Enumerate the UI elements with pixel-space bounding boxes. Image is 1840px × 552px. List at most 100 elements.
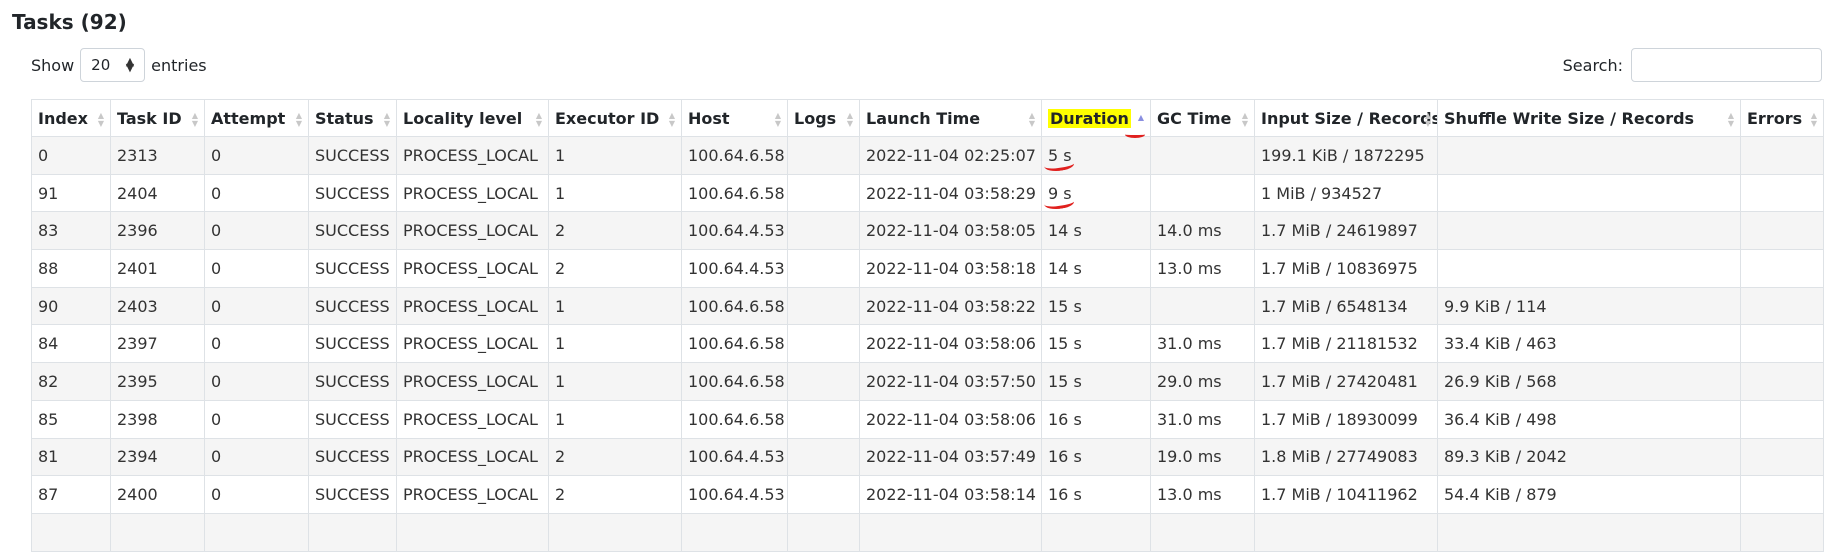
table-header-row: Index ▲ ▼ Task ID ▲ ▼ Attempt ▲ ▼ Status ▲ ▼ Localit…	[31, 99, 1824, 137]
cell-value: 1.7 MiB / 27420481	[1261, 371, 1418, 391]
cell-value: PROCESS_LOCAL	[403, 221, 538, 241]
column-header-gc-time[interactable]: GC Time ▲ ▼	[1150, 99, 1255, 137]
cell-task-id: 2313	[110, 136, 205, 175]
column-header-task-id[interactable]: Task ID ▲ ▼	[110, 99, 205, 137]
cell-value: 2022-11-04 03:58:06	[866, 334, 1036, 354]
cell-locality-level	[396, 512, 549, 552]
column-header-label: Launch Time	[866, 108, 981, 128]
table-row: 90 2403 0 SUCCESS PROCESS_LOCAL 1 100.64.6.58 2…	[31, 286, 1824, 326]
cell-value: 14 s	[1048, 258, 1082, 278]
cell-gc-time: 14.0 ms	[1150, 211, 1255, 251]
cell-value: 1.7 MiB / 10836975	[1261, 258, 1418, 278]
cell-launch-time: 2022-11-04 03:58:06	[859, 324, 1042, 364]
cell-input-size-records: 1.7 MiB / 10411962	[1254, 475, 1438, 514]
cell-value: SUCCESS	[315, 447, 390, 467]
column-header-locality-level[interactable]: Locality level ▲ ▼	[396, 99, 549, 137]
cell-value: 36.4 KiB / 498	[1444, 409, 1557, 429]
sort-both-icon: ▲ ▼	[535, 111, 542, 128]
cell-value: SUCCESS	[315, 183, 390, 203]
cell-value: 2022-11-04 03:58:29	[866, 183, 1036, 203]
column-header-index[interactable]: Index ▲ ▼	[31, 99, 111, 137]
cell-index: 81	[31, 437, 111, 477]
cell-index: 83	[31, 211, 111, 251]
cell-attempt: 0	[204, 286, 309, 326]
cell-duration	[1041, 512, 1151, 552]
cell-host: 100.64.4.53	[681, 211, 788, 251]
cell-value: 2022-11-04 03:58:06	[866, 409, 1036, 429]
cell-value: 0	[211, 296, 222, 316]
cell-errors	[1740, 399, 1824, 439]
cell-duration: 15 s	[1041, 362, 1151, 401]
cell-duration: 16 s	[1041, 475, 1151, 514]
cell-duration: 5 s	[1041, 136, 1151, 175]
cell-host: 100.64.4.53	[681, 249, 788, 288]
entries-label: entries	[151, 55, 207, 75]
cell-executor-id: 1	[548, 362, 682, 401]
cell-value: 100.64.6.58	[688, 183, 785, 203]
column-header-status[interactable]: Status ▲ ▼	[308, 99, 397, 137]
cell-value: 1 MiB / 934527	[1261, 183, 1383, 203]
cell-shuffle-write-size-records: 26.9 KiB / 568	[1437, 362, 1741, 401]
cell-value: 100.64.6.58	[688, 334, 785, 354]
cell-value: 0	[211, 334, 222, 354]
cell-errors	[1740, 136, 1824, 175]
cell-value: 0	[211, 371, 222, 391]
column-header-logs[interactable]: Logs ▲ ▼	[787, 99, 860, 137]
cell-gc-time	[1150, 286, 1255, 326]
column-header-label: Executor ID	[555, 108, 660, 128]
cell-executor-id: 1	[548, 399, 682, 439]
column-header-attempt[interactable]: Attempt ▲ ▼	[204, 99, 309, 137]
cell-value: 89.3 KiB / 2042	[1444, 447, 1567, 467]
cell-value: 2	[555, 447, 566, 467]
cell-value: 16 s	[1048, 447, 1082, 467]
cell-value: 1	[555, 409, 566, 429]
cell-task-id: 2395	[110, 362, 205, 401]
cell-locality-level: PROCESS_LOCAL	[396, 249, 549, 288]
cell-value: 199.1 KiB / 1872295	[1261, 145, 1425, 165]
cell-duration: 15 s	[1041, 324, 1151, 364]
column-header-label: Shuffle Write Size / Records	[1444, 108, 1695, 128]
table-row: 83 2396 0 SUCCESS PROCESS_LOCAL 2 100.64.4.53 2…	[31, 211, 1824, 251]
column-header-input-size-records[interactable]: Input Size / Records ▲ ▼	[1254, 99, 1438, 137]
cell-host: 100.64.6.58	[681, 362, 788, 401]
cell-task-id: 2404	[110, 173, 205, 213]
cell-value: 16 s	[1048, 485, 1082, 505]
cell-errors	[1740, 512, 1824, 552]
cell-gc-time: 13.0 ms	[1150, 475, 1255, 514]
annotation-underline	[1125, 131, 1145, 138]
column-header-launch-time[interactable]: Launch Time ▲ ▼	[859, 99, 1042, 137]
column-header-shuffle-write-size-records[interactable]: Shuffle Write Size / Records ▲ ▼	[1437, 99, 1741, 137]
cell-task-id: 2396	[110, 211, 205, 251]
cell-status: SUCCESS	[308, 324, 397, 364]
cell-value: 1	[555, 371, 566, 391]
search-input[interactable]	[1631, 48, 1822, 82]
column-header-errors[interactable]: Errors ▲ ▼	[1740, 99, 1824, 137]
cell-locality-level: PROCESS_LOCAL	[396, 324, 549, 364]
cell-gc-time: 31.0 ms	[1150, 324, 1255, 364]
cell-errors	[1740, 362, 1824, 401]
cell-input-size-records: 1.7 MiB / 27420481	[1254, 362, 1438, 401]
page-title: Tasks (92)	[12, 10, 127, 34]
cell-value: 0	[211, 183, 222, 203]
cell-task-id: 2403	[110, 286, 205, 326]
cell-gc-time	[1150, 512, 1255, 552]
table-row: 81 2394 0 SUCCESS PROCESS_LOCAL 2 100.64.4.53 2…	[31, 437, 1824, 477]
cell-attempt: 0	[204, 437, 309, 477]
cell-host: 100.64.6.58	[681, 173, 788, 213]
cell-launch-time: 2022-11-04 03:58:06	[859, 399, 1042, 439]
cell-launch-time: 2022-11-04 03:57:50	[859, 362, 1042, 401]
cell-logs	[787, 512, 860, 552]
cell-value-annotated: 5 s	[1048, 145, 1072, 165]
column-header-label: Input Size / Records	[1261, 108, 1438, 128]
cell-gc-time: 19.0 ms	[1150, 437, 1255, 477]
cell-executor-id	[548, 512, 682, 552]
entries-per-page-select[interactable]: 20 ▲ ▼	[80, 48, 146, 82]
cell-index: 82	[31, 362, 111, 401]
cell-status: SUCCESS	[308, 475, 397, 514]
column-header-label: Duration	[1048, 108, 1131, 128]
cell-input-size-records: 1.7 MiB / 24619897	[1254, 211, 1438, 251]
table-row: 84 2397 0 SUCCESS PROCESS_LOCAL 1 100.64.6.58 2…	[31, 324, 1824, 364]
column-header-executor-id[interactable]: Executor ID ▲ ▼	[548, 99, 682, 137]
column-header-host[interactable]: Host ▲ ▼	[681, 99, 788, 137]
cell-value: 1	[555, 296, 566, 316]
